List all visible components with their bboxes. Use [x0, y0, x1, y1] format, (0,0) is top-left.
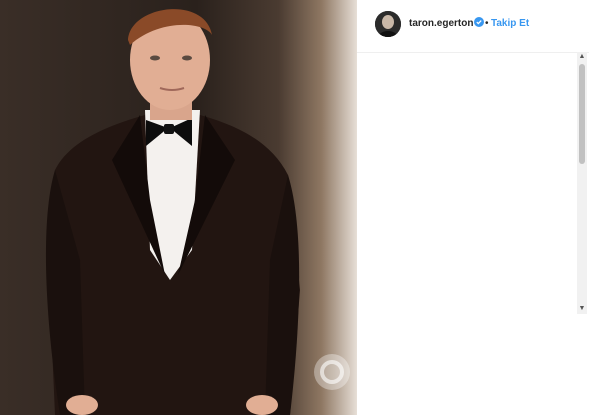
watermark-logo	[314, 354, 350, 390]
post-photo[interactable]	[0, 0, 357, 415]
post-sidebar: taron.egerton • Takip Et ▲ ▼	[357, 0, 589, 415]
avatar-image	[375, 11, 401, 37]
chevron-down-icon[interactable]: ▼	[577, 304, 587, 314]
chevron-up-icon[interactable]: ▲	[577, 52, 587, 62]
avatar[interactable]	[375, 11, 401, 37]
username-link[interactable]: taron.egerton	[409, 18, 473, 29]
photo-illustration	[45, 9, 300, 415]
instagram-post: taron.egerton • Takip Et ▲ ▼	[0, 0, 589, 415]
comments-area	[357, 53, 589, 315]
post-header: taron.egerton • Takip Et	[357, 0, 589, 53]
scrollbar-thumb[interactable]	[579, 64, 585, 164]
comments-scrollbar[interactable]: ▲ ▼	[577, 52, 587, 314]
verified-badge-icon	[474, 17, 484, 27]
separator-dot: •	[485, 18, 489, 29]
follow-button[interactable]: Takip Et	[491, 18, 529, 29]
